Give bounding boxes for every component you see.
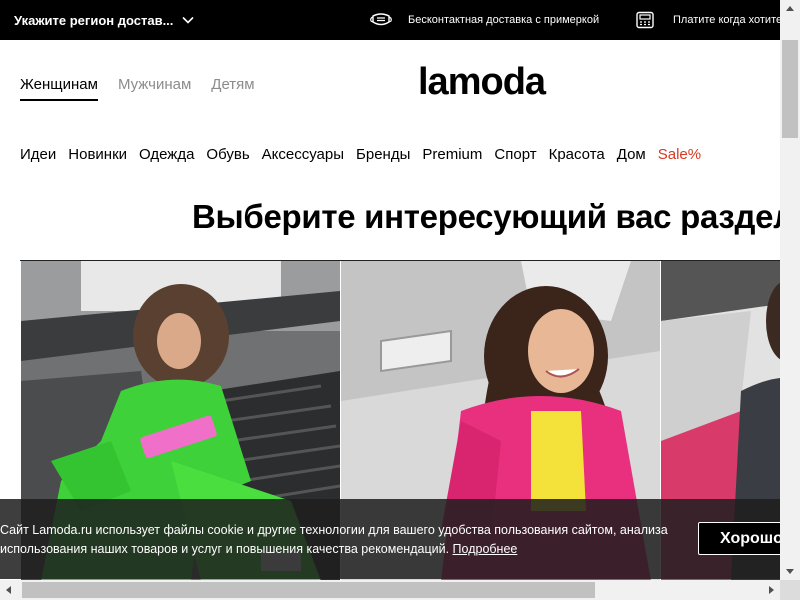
promo-text: Платите когда хотите — [673, 14, 780, 26]
tab-kids[interactable]: Детям — [211, 76, 254, 101]
cookie-text: Сайт Lamoda.ru использует файлы cookie и… — [0, 523, 668, 556]
scroll-up-arrow[interactable] — [780, 0, 800, 17]
nav-new[interactable]: Новинки — [68, 146, 127, 163]
region-label: Укажите регион достав... — [14, 12, 174, 28]
cookie-banner: Сайт Lamoda.ru использует файлы cookie и… — [0, 499, 798, 579]
logo-text: lamoda — [418, 62, 547, 103]
payment-promo[interactable]: Платите когда хотите — [635, 0, 780, 40]
scroll-right-arrow[interactable] — [763, 580, 780, 600]
region-selector[interactable]: Укажите регион достав... — [14, 0, 194, 40]
nav-brands[interactable]: Бренды — [356, 146, 410, 163]
scroll-left-arrow[interactable] — [0, 580, 17, 600]
top-bar: Укажите регион достав... Бесконтактная д… — [0, 0, 780, 40]
horizontal-scrollbar[interactable] — [0, 580, 780, 600]
nav-accessories[interactable]: Аксессуары — [262, 146, 344, 163]
horizontal-scroll-thumb[interactable] — [22, 582, 595, 598]
vertical-scroll-thumb[interactable] — [782, 40, 798, 138]
scrollbar-corner — [780, 580, 800, 600]
nav-shoes[interactable]: Обувь — [206, 146, 249, 163]
nav-ideas[interactable]: Идеи — [20, 146, 56, 163]
category-nav: Идеи Новинки Одежда Обувь Аксессуары Бре… — [20, 146, 713, 163]
payment-terminal-icon — [636, 11, 654, 29]
nav-premium[interactable]: Premium — [422, 146, 482, 163]
lamoda-logo[interactable]: lamoda — [418, 62, 583, 104]
mask-icon — [370, 13, 392, 26]
nav-home[interactable]: Дом — [617, 146, 646, 163]
cookie-text-block: Сайт Lamoda.ru использует файлы cookie и… — [0, 521, 690, 559]
promo-text: Бесконтактная доставка с примеркой — [408, 14, 600, 26]
contactless-delivery-promo[interactable]: Бесконтактная доставка с примеркой — [370, 0, 599, 40]
gender-tabs: Женщинам Мужчинам Детям — [20, 76, 255, 101]
nav-beauty[interactable]: Красота — [549, 146, 605, 163]
chevron-down-icon — [182, 16, 194, 24]
scroll-down-arrow[interactable] — [780, 563, 800, 580]
nav-sale[interactable]: Sale% — [658, 146, 701, 163]
vertical-scrollbar[interactable] — [780, 0, 800, 580]
nav-sport[interactable]: Спорт — [494, 146, 536, 163]
section-title: Выберите интересующий вас раздел — [192, 198, 794, 235]
nav-clothes[interactable]: Одежда — [139, 146, 194, 163]
cookie-more-link[interactable]: Подробнее — [453, 542, 518, 556]
tab-men[interactable]: Мужчинам — [118, 76, 191, 101]
tab-women[interactable]: Женщинам — [20, 76, 98, 101]
